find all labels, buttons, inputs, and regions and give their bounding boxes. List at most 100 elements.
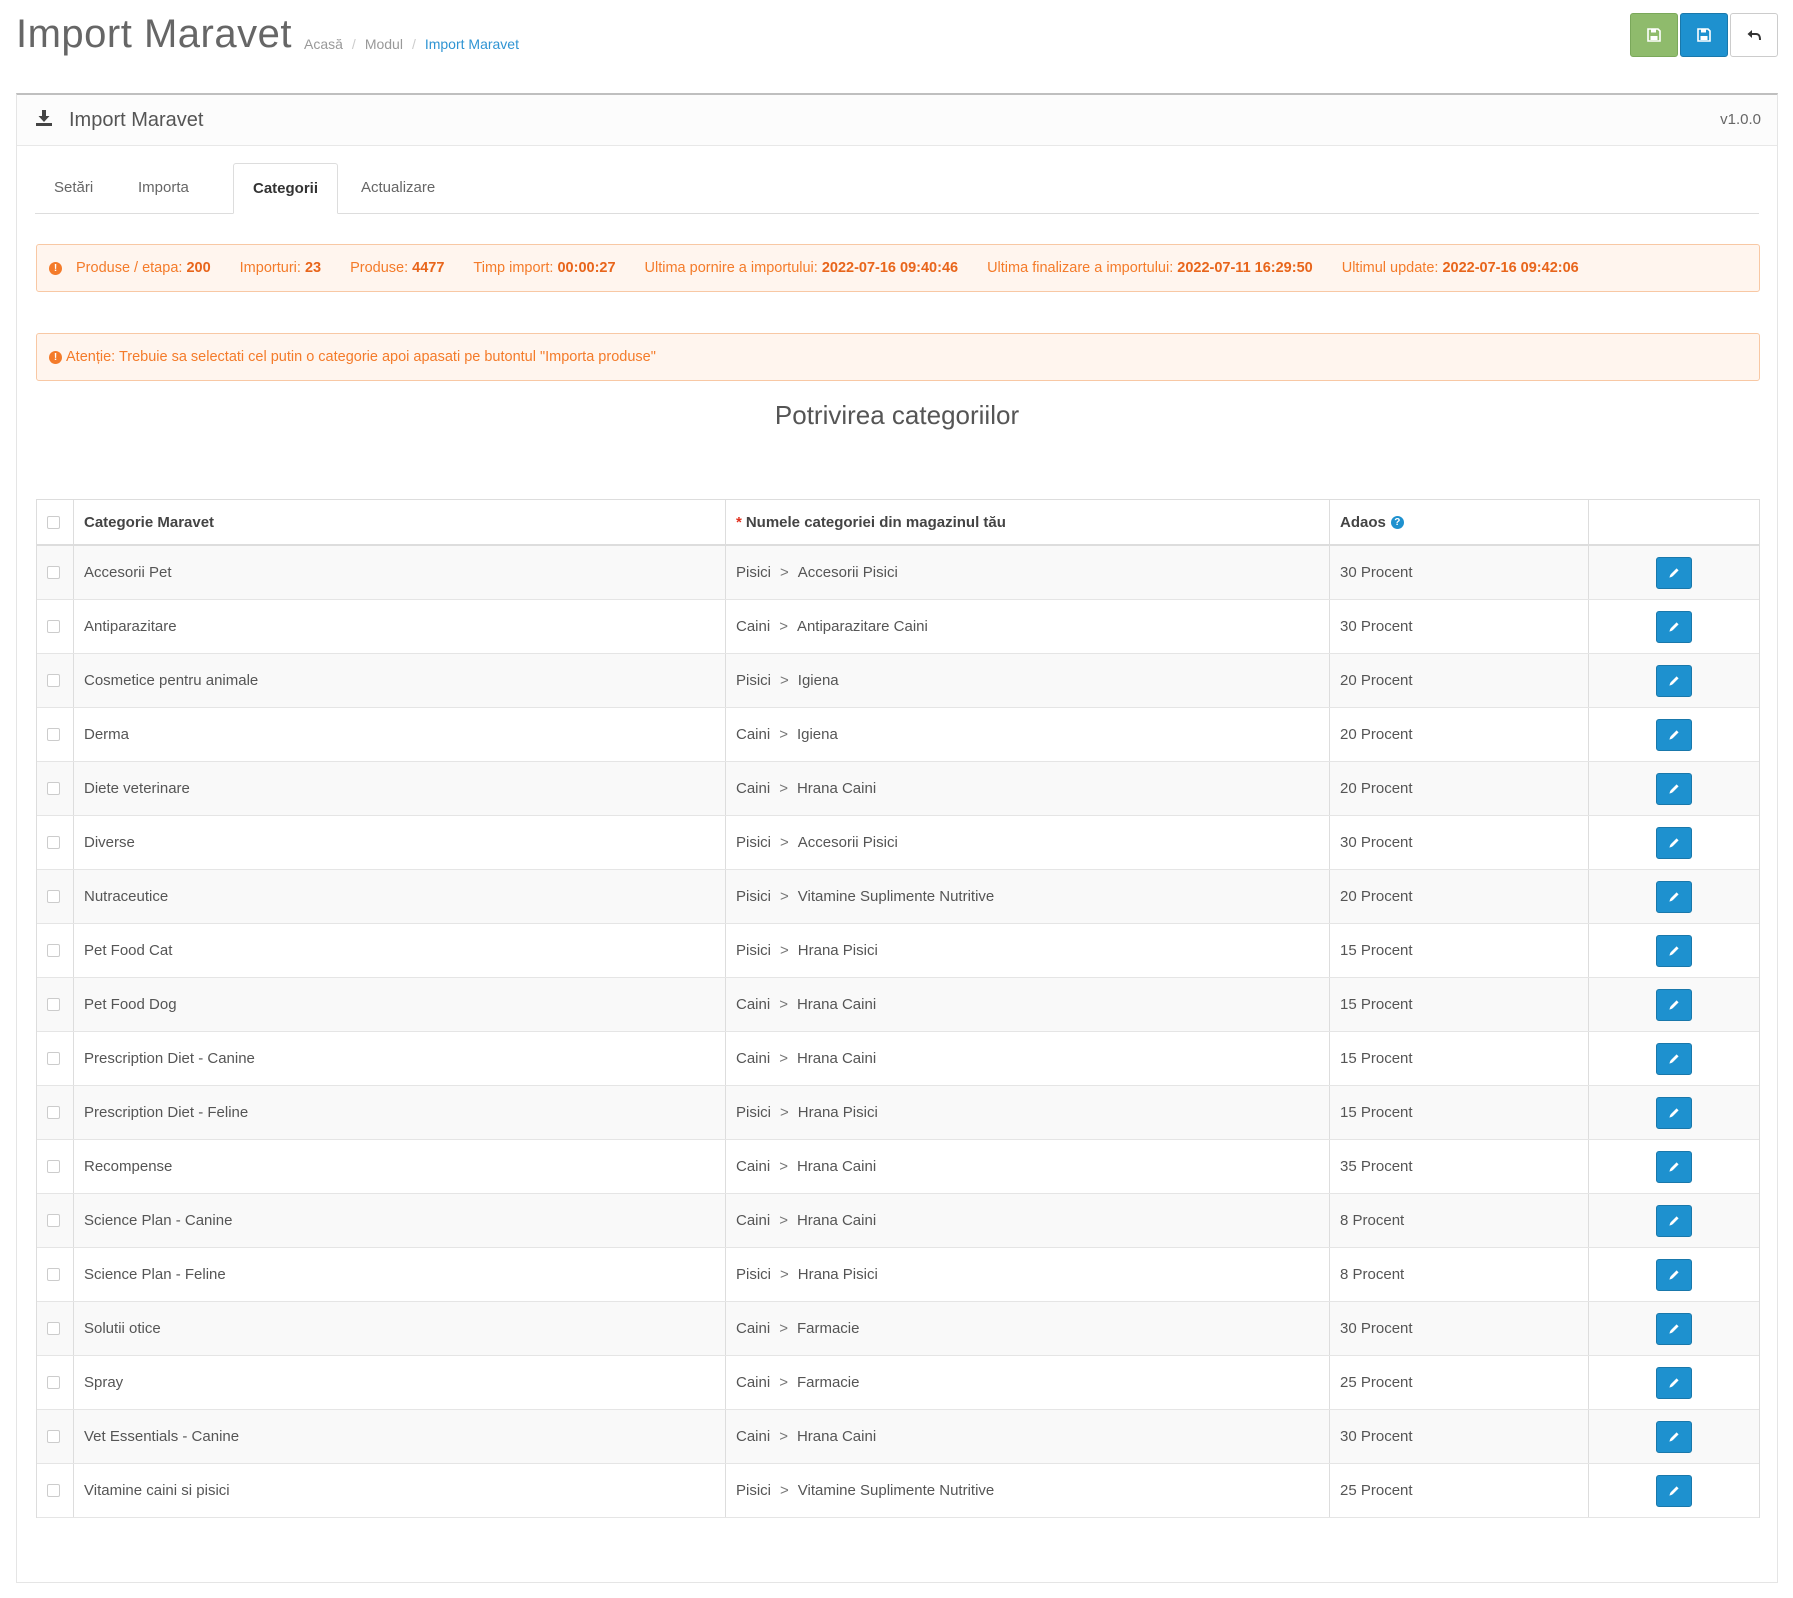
row-checkbox[interactable]: [47, 998, 60, 1011]
path-separator: >: [780, 1104, 789, 1121]
edit-button[interactable]: [1656, 664, 1692, 697]
maravet-category: Vet Essentials - Canine: [74, 1410, 726, 1463]
row-checkbox[interactable]: [47, 620, 60, 633]
table-body: Accesorii Pet Pisici > Accesorii Pisici 30 P…: [37, 546, 1759, 1518]
row-checkbox[interactable]: [47, 674, 60, 687]
header-category[interactable]: Categorie Maravet: [74, 500, 726, 544]
table-row: Vitamine caini si pisici Pisici > Vitamine …: [37, 1464, 1759, 1518]
help-icon[interactable]: ?: [1390, 515, 1404, 529]
edit-button[interactable]: [1656, 1258, 1692, 1291]
panel-heading: Import Maravet v1.0.0: [17, 95, 1777, 146]
row-actions: [1589, 546, 1759, 599]
shop-category-parent: Caini: [736, 1212, 771, 1229]
row-checkbox[interactable]: [47, 1052, 60, 1065]
maravet-category: Diete veterinare: [74, 762, 726, 815]
shop-category-parent: Pisici: [736, 834, 772, 851]
shop-category-path: Caini > Farmacie: [726, 1356, 1330, 1409]
edit-button[interactable]: [1656, 556, 1692, 589]
stat-last-finish: Ultima finalizare a importului: 2022-07-…: [987, 260, 1313, 276]
row-checkbox[interactable]: [47, 1106, 60, 1119]
row-checkbox[interactable]: [47, 1376, 60, 1389]
table-row: Vet Essentials - Canine Caini > Hrana Caini…: [37, 1410, 1759, 1464]
edit-button[interactable]: [1656, 610, 1692, 643]
header-shop-category[interactable]: * Numele categoriei din magazinul tău: [726, 500, 1330, 544]
markup-value: 30 Procent: [1330, 1410, 1589, 1463]
shop-category-path: Caini > Hrana Caini: [726, 1140, 1330, 1193]
row-checkbox[interactable]: [47, 890, 60, 903]
row-actions: [1589, 978, 1759, 1031]
path-separator: >: [779, 1158, 788, 1175]
select-all-checkbox[interactable]: [47, 515, 60, 529]
back-button[interactable]: [1730, 13, 1778, 57]
edit-button[interactable]: [1656, 1366, 1692, 1399]
shop-category-child: Hrana Caini: [796, 1050, 877, 1067]
breadcrumb-home[interactable]: Acasă: [304, 36, 343, 52]
category-mapping-table: Categorie Maravet * Numele categoriei di…: [36, 499, 1760, 1518]
edit-button[interactable]: [1656, 718, 1692, 751]
markup-value: 30 Procent: [1330, 816, 1589, 869]
shop-category-child: Hrana Caini: [796, 1212, 877, 1229]
shop-category-parent: Caini: [736, 618, 771, 635]
save-icon: [1647, 28, 1661, 42]
header-shop-category-label: Numele categoriei din magazinul tău: [745, 513, 1006, 531]
table-row: Science Plan - Canine Caini > Hrana Caini 8 …: [37, 1194, 1759, 1248]
edit-button[interactable]: [1656, 1204, 1692, 1237]
maravet-category: Nutraceutice: [74, 870, 726, 923]
row-actions: [1589, 654, 1759, 707]
table-row: Pet Food Cat Pisici > Hrana Pisici 15 Procen…: [37, 924, 1759, 978]
edit-button[interactable]: [1656, 988, 1692, 1021]
maravet-category: Prescription Diet - Feline: [74, 1086, 726, 1139]
shop-category-child: Hrana Caini: [796, 780, 877, 797]
edit-button[interactable]: [1656, 934, 1692, 967]
edit-button[interactable]: [1656, 1042, 1692, 1075]
save-button[interactable]: [1680, 13, 1728, 57]
table-row: Spray Caini > Farmacie 25 Procent: [37, 1356, 1759, 1410]
row-checkbox[interactable]: [47, 1214, 60, 1227]
edit-button[interactable]: [1656, 826, 1692, 859]
tab-actualizare[interactable]: Actualizare: [342, 163, 454, 213]
row-checkbox[interactable]: [47, 566, 60, 579]
edit-button[interactable]: [1656, 1096, 1692, 1129]
markup-value: 15 Procent: [1330, 1032, 1589, 1085]
stat-products-per-step: Produse / etapa: 200: [76, 260, 211, 276]
row-select-cell: [37, 1032, 74, 1085]
shop-category-child: Hrana Caini: [796, 996, 877, 1013]
markup-value: 35 Procent: [1330, 1140, 1589, 1193]
header-markup[interactable]: Adaos ?: [1330, 500, 1589, 544]
table-row: Pet Food Dog Caini > Hrana Caini 15 Procent: [37, 978, 1759, 1032]
row-checkbox[interactable]: [47, 836, 60, 849]
edit-button[interactable]: [1656, 880, 1692, 913]
table-row: Antiparazitare Caini > Antiparazitare Caini…: [37, 600, 1759, 654]
edit-button[interactable]: [1656, 1312, 1692, 1345]
row-checkbox[interactable]: [47, 782, 60, 795]
markup-value: 20 Procent: [1330, 762, 1589, 815]
row-select-cell: [37, 1410, 74, 1463]
path-separator: >: [780, 942, 789, 959]
row-checkbox[interactable]: [47, 728, 60, 741]
tab-setari[interactable]: Setări: [35, 163, 112, 213]
markup-value: 8 Procent: [1330, 1194, 1589, 1247]
row-checkbox[interactable]: [47, 1430, 60, 1443]
breadcrumb-current[interactable]: Import Maravet: [425, 36, 519, 52]
edit-button[interactable]: [1656, 1420, 1692, 1453]
row-checkbox[interactable]: [47, 1268, 60, 1281]
markup-value: 15 Procent: [1330, 924, 1589, 977]
edit-button[interactable]: [1656, 772, 1692, 805]
edit-button[interactable]: [1656, 1474, 1692, 1507]
table-row: Derma Caini > Igiena 20 Procent: [37, 708, 1759, 762]
save-and-stay-button[interactable]: [1630, 13, 1678, 57]
shop-category-parent: Pisici: [736, 672, 772, 689]
maravet-category: Derma: [74, 708, 726, 761]
tab-categorii[interactable]: Categorii: [233, 163, 339, 214]
row-checkbox[interactable]: [47, 1484, 60, 1497]
edit-button[interactable]: [1656, 1150, 1692, 1183]
shop-category-child: Igiena: [796, 726, 838, 743]
row-checkbox[interactable]: [47, 1322, 60, 1335]
table-row: Solutii otice Caini > Farmacie 30 Procent: [37, 1302, 1759, 1356]
row-checkbox[interactable]: [47, 1160, 60, 1173]
maravet-category: Prescription Diet - Canine: [74, 1032, 726, 1085]
row-checkbox[interactable]: [47, 944, 60, 957]
breadcrumb-module[interactable]: Modul: [365, 36, 403, 52]
tab-importa[interactable]: Importa: [119, 163, 208, 213]
maravet-category: Diverse: [74, 816, 726, 869]
